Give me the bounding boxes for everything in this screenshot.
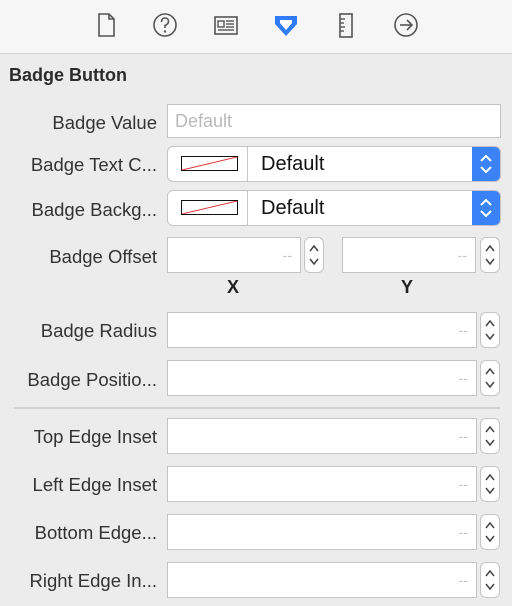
badge-value-placeholder: Default bbox=[175, 111, 233, 131]
badge-offset-y-field[interactable]: -- bbox=[342, 237, 476, 273]
badge-radius-field[interactable]: -- bbox=[167, 312, 477, 348]
badge-offset-label: Badge Offset bbox=[49, 246, 157, 267]
left-edge-inset-label: Left Edge Inset bbox=[32, 474, 157, 495]
offset-x-axis-label: X bbox=[227, 277, 240, 297]
badge-position-stepper[interactable] bbox=[480, 360, 500, 396]
color-swatch-well[interactable] bbox=[168, 147, 248, 181]
bottom-edge-inset-label: Bottom Edge... bbox=[34, 522, 157, 543]
badge-position-label: Badge Positio... bbox=[27, 369, 157, 390]
right-edge-inset-stepper[interactable] bbox=[480, 562, 500, 598]
badge-position-field[interactable]: -- bbox=[167, 360, 477, 396]
offset-y-axis-label: Y bbox=[401, 277, 414, 297]
badge-radius-label: Badge Radius bbox=[40, 320, 157, 341]
file-icon[interactable] bbox=[90, 9, 122, 41]
badge-background-label: Badge Backg... bbox=[31, 199, 157, 220]
popup-chevron-icon[interactable] bbox=[472, 191, 500, 225]
size-icon[interactable] bbox=[330, 9, 362, 41]
connections-icon[interactable] bbox=[390, 9, 422, 41]
top-edge-inset-field[interactable]: -- bbox=[167, 418, 477, 454]
badge-text-color-popup[interactable]: Default bbox=[167, 146, 501, 182]
bottom-edge-inset-field[interactable]: -- bbox=[167, 514, 477, 550]
identity-icon[interactable] bbox=[210, 9, 242, 41]
badge-text-color-label: Badge Text C... bbox=[30, 154, 157, 175]
badge-value-label: Badge Value bbox=[52, 112, 157, 133]
help-icon[interactable] bbox=[149, 9, 181, 41]
color-swatch-well[interactable] bbox=[168, 191, 248, 225]
bottom-edge-inset-stepper[interactable] bbox=[480, 514, 500, 550]
top-edge-inset-label: Top Edge Inset bbox=[33, 426, 157, 447]
badge-offset-x-field[interactable]: -- bbox=[167, 237, 301, 273]
right-edge-inset-field[interactable]: -- bbox=[167, 562, 477, 598]
badge-radius-stepper[interactable] bbox=[480, 312, 500, 348]
badge-text-color-value: Default bbox=[261, 153, 325, 175]
inspector-toolbar bbox=[0, 0, 512, 54]
badge-value-input[interactable]: Default bbox=[167, 104, 501, 138]
attributes-icon[interactable] bbox=[270, 9, 302, 41]
no-color-swatch-icon bbox=[181, 200, 238, 215]
section-divider bbox=[14, 407, 500, 409]
badge-background-popup[interactable]: Default bbox=[167, 190, 501, 226]
left-edge-inset-stepper[interactable] bbox=[480, 466, 500, 502]
right-edge-inset-label: Right Edge In... bbox=[29, 570, 157, 591]
top-edge-inset-stepper[interactable] bbox=[480, 418, 500, 454]
no-color-swatch-icon bbox=[181, 156, 238, 171]
badge-background-value: Default bbox=[261, 197, 325, 219]
section-title: Badge Button bbox=[9, 65, 127, 85]
left-edge-inset-field[interactable]: -- bbox=[167, 466, 477, 502]
badge-offset-x-stepper[interactable] bbox=[304, 237, 324, 273]
badge-offset-y-stepper[interactable] bbox=[480, 237, 500, 273]
popup-chevron-icon[interactable] bbox=[472, 147, 500, 181]
